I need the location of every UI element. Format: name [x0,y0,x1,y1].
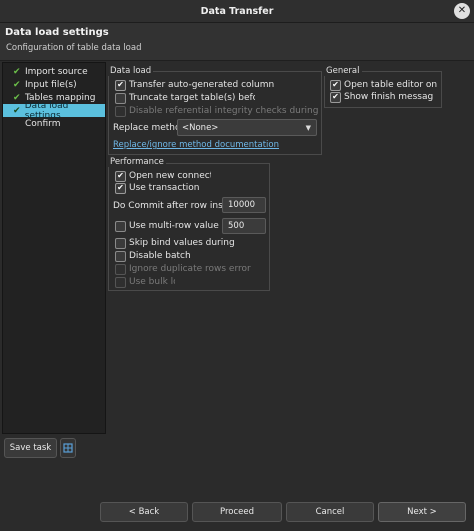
skip-bind-checkbox[interactable]: Skip bind values during inser [115,237,235,249]
data-load-label: Data load [108,66,154,76]
task-icon [63,443,73,453]
performance-label: Performance [108,157,166,167]
ignore-dup-checkbox: Ignore duplicate rows error [115,263,255,275]
commit-label: Do Commit after row insert: [113,201,239,211]
page-subtitle: Configuration of table data load [6,43,142,53]
proceed-button[interactable]: Proceed [192,502,282,522]
title-bar: Data Transfer ✕ [0,0,474,23]
transfer-auto-checkbox[interactable]: ✔ Transfer auto-generated column [115,79,315,91]
step-label: Input file(s) [25,79,77,90]
open-connection-checkbox[interactable]: ✔ Open new connection(s [115,170,211,182]
step-import-source[interactable]: ✔ Import source [3,65,105,78]
commit-input[interactable]: 10000 [222,197,266,213]
page-header: Data load settings Configuration of tabl… [0,23,474,61]
check-icon: ✔ [13,66,21,77]
check-icon: ✔ [13,92,21,103]
step-input-files[interactable]: ✔ Input file(s) [3,78,105,91]
checkbox-box[interactable]: ✔ [115,182,126,194]
truncate-checkbox[interactable]: Truncate target table(s) before loa [115,92,255,104]
disable-batch-checkbox[interactable]: Disable batch [115,250,235,262]
open-editor-checkbox[interactable]: ✔ Open table editor on finisl [330,79,439,91]
checkbox-box[interactable] [115,237,126,249]
checkbox-box[interactable] [115,250,126,262]
save-task-button[interactable]: Save task [4,438,57,458]
next-button[interactable]: Next > [378,502,466,522]
step-label: Confirm [25,118,61,129]
checkbox-box[interactable]: ✔ [330,91,341,103]
checkbox-box [115,276,126,288]
close-icon[interactable]: ✕ [454,3,470,19]
task-config-button[interactable] [60,438,76,458]
check-icon: ✔ [13,105,21,116]
checkbox-box [115,263,126,275]
checkbox-box[interactable]: ✔ [115,79,126,91]
step-data-load-settings[interactable]: ✔ Data load settings [3,101,105,121]
replace-doc-link[interactable]: Replace/ignore method documentation [113,140,279,150]
replace-method-select[interactable]: <None> ▼ [177,119,317,136]
checkbox-box[interactable]: ✔ [330,79,341,91]
multirow-input[interactable]: 500 [222,218,266,234]
bulk-load-checkbox: Use bulk load [115,276,175,288]
window-title: Data Transfer [200,5,274,17]
checkbox-box[interactable] [115,92,126,104]
back-button[interactable]: < Back [100,502,188,522]
chevron-down-icon: ▼ [305,124,311,132]
checkbox-box [115,105,126,117]
multirow-checkbox[interactable]: Use multi-row value inser [115,220,219,232]
use-transaction-checkbox[interactable]: ✔ Use transaction [115,182,235,194]
disable-ref-checkbox: Disable referential integrity checks dur… [115,105,319,117]
page-title: Data load settings [5,27,109,38]
check-icon: ✔ [13,79,21,90]
step-label: Import source [25,66,88,77]
wizard-steps: ✔ Import source ✔ Input file(s) ✔ Tables… [2,62,106,434]
checkbox-box[interactable]: ✔ [115,170,126,182]
general-label: General [324,66,362,76]
show-finish-checkbox[interactable]: ✔ Show finish messag [330,91,439,103]
cancel-button[interactable]: Cancel [286,502,374,522]
checkbox-box[interactable] [115,220,126,232]
step-confirm[interactable]: Confirm [3,117,105,130]
